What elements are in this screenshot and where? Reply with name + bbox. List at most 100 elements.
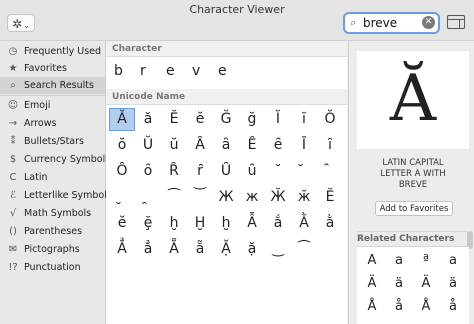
character-cell[interactable]: ẵ [187, 238, 213, 261]
character-cell[interactable]: ĕ [187, 108, 213, 131]
related-character-cell[interactable]: a [388, 251, 410, 271]
character-cell[interactable]: ȃ [213, 134, 239, 157]
clock-icon: ◷ [8, 46, 18, 57]
sidebar-item-label: Currency Symbols [24, 154, 111, 165]
character-cell[interactable]: Ằ [291, 212, 317, 235]
matched-character[interactable]: e [218, 63, 244, 79]
character-cell[interactable]: ̆ [291, 160, 317, 183]
character-cell[interactable]: ặ [239, 238, 265, 261]
search-input[interactable]: breve [363, 16, 397, 30]
character-cell[interactable]: Ḫ [187, 212, 213, 235]
related-character-cell[interactable]: ä [442, 274, 464, 294]
character-cell[interactable]: ⁀ [291, 238, 317, 261]
character-cell[interactable]: ӂ [291, 186, 317, 209]
sidebar-toggle-icon[interactable] [447, 15, 465, 29]
related-character-cell[interactable]: å [442, 297, 464, 317]
character-cell[interactable]: Ŭ [135, 134, 161, 157]
character-cell[interactable]: ͝ [187, 186, 213, 209]
character-cell[interactable]: ŭ [161, 134, 187, 157]
character-cell[interactable]: Ĕ [161, 108, 187, 131]
sidebar-item-punctuation[interactable]: !? Punctuation [0, 259, 105, 276]
sidebar-item-latin[interactable]: C Latin [0, 169, 105, 186]
character-cell[interactable]: ̯ [135, 186, 161, 209]
character-cell[interactable]: ӗ [109, 212, 135, 235]
character-cell[interactable]: Ж [213, 186, 239, 209]
clear-icon[interactable]: ✕ [422, 16, 435, 29]
related-character-cell[interactable]: å [388, 297, 410, 317]
character-cell[interactable]: Ğ [213, 108, 239, 131]
matched-character[interactable]: e [166, 63, 192, 79]
matched-character[interactable]: b [114, 63, 140, 79]
character-cell[interactable]: Ẵ [161, 238, 187, 261]
character-cell[interactable]: ȓ [187, 160, 213, 183]
character-cell[interactable]: Ȋ [291, 134, 317, 157]
character-cell[interactable]: ̮ [109, 186, 135, 209]
character-cell[interactable]: Ȇ [239, 134, 265, 157]
character-inspector: Ă LATIN CAPITAL LETTER A WITH BREVE Add to… [348, 41, 474, 324]
character-cell[interactable]: ắ [265, 212, 291, 235]
character-cell[interactable]: Ȗ [213, 160, 239, 183]
character-cell[interactable]: ŏ [109, 134, 135, 157]
character-cell[interactable]: Ȏ [109, 160, 135, 183]
pictographs-icon: ✉ [8, 244, 18, 255]
character-cell[interactable]: Ĭ [265, 108, 291, 131]
character-cell[interactable]: ḝ [135, 212, 161, 235]
character-cell[interactable]: ă [135, 108, 161, 131]
character-cell[interactable]: ⁀ [161, 186, 187, 209]
related-character-cell[interactable]: a [442, 251, 464, 271]
related-character-cell[interactable]: Å [415, 297, 437, 317]
sidebar-item-arrows[interactable]: → Arrows [0, 115, 105, 132]
character-cell[interactable]: ȋ [317, 134, 343, 157]
sidebar-item-label: Pictographs [24, 244, 80, 255]
related-character-cell[interactable]: Ä [361, 274, 383, 294]
character-cell[interactable]: ằ [317, 212, 343, 235]
sidebar-item-frequently-used[interactable]: ◷ Frequently Used [0, 43, 105, 60]
character-cell[interactable]: ğ [239, 108, 265, 131]
sidebar-item-math-symbols[interactable]: √ Math Symbols [0, 205, 105, 222]
search-field[interactable]: ⌕ breve ✕ [343, 12, 440, 34]
character-cell[interactable]: Ŏ [317, 108, 343, 131]
character-cell[interactable]: Ȃ [187, 134, 213, 157]
related-character-cell[interactable]: A [361, 251, 383, 271]
sidebar-item-favorites[interactable]: ★ Favorites [0, 60, 105, 77]
character-cell[interactable]: ȏ [135, 160, 161, 183]
parentheses-icon: () [9, 226, 17, 237]
character-cell[interactable]: Ă [109, 108, 135, 131]
character-cell[interactable]: Ӗ [317, 186, 343, 209]
matched-character[interactable]: r [140, 63, 166, 79]
sidebar-item-emoji[interactable]: ☺ Emoji [0, 97, 105, 114]
sidebar-item-letterlike-symbols[interactable]: ℰ Letterlike Symbols [0, 187, 112, 204]
sidebar-item-pictographs[interactable]: ✉ Pictographs [0, 241, 105, 258]
character-cell[interactable]: ḫ [213, 212, 239, 235]
character-cell[interactable]: ḫ [161, 212, 187, 235]
character-cell[interactable]: Ӂ [265, 186, 291, 209]
sidebar-item-currency-symbols[interactable]: $ Currency Symbols [0, 151, 110, 168]
sidebar-item-bullets-stars[interactable]: ⁑ Bullets/Stars [0, 133, 105, 150]
character-cell[interactable]: Ȓ [161, 160, 187, 183]
character-cell[interactable]: ‿ [265, 238, 291, 261]
sidebar-item-parentheses[interactable]: () Parentheses [0, 223, 105, 240]
character-cell[interactable]: ȇ [265, 134, 291, 157]
related-character-cell[interactable]: Ä [415, 274, 437, 294]
character-cell[interactable]: Ẫ [239, 212, 265, 235]
action-menu-button[interactable]: ✲⌄ [7, 14, 35, 32]
add-to-favorites-button[interactable]: Add to Favorites [375, 201, 453, 216]
related-character-cell[interactable]: ä [388, 274, 410, 294]
latin-icon: C [9, 172, 17, 183]
character-cell[interactable]: ȗ [239, 160, 265, 183]
character-cell[interactable]: ˘ [265, 160, 291, 183]
related-character-cell[interactable]: Å [361, 297, 383, 317]
sidebar-item-search-results[interactable]: ⌕ Search Results [0, 77, 105, 94]
character-cell[interactable]: Ẳ [109, 238, 135, 261]
character-cell[interactable]: ̑ [317, 160, 343, 183]
matched-character[interactable]: v [192, 63, 218, 79]
character-cell[interactable]: ж [239, 186, 265, 209]
sidebar-item-label: Latin [24, 172, 48, 183]
sidebar-item-label: Punctuation [24, 262, 81, 273]
related-characters-grid: AaªaÄäÄäÅåÅå [357, 247, 469, 324]
search-icon: ⌕ [350, 16, 357, 29]
character-cell[interactable]: Ặ [213, 238, 239, 261]
character-cell[interactable]: ẳ [135, 238, 161, 261]
character-cell[interactable]: ĭ [291, 108, 317, 131]
related-character-cell[interactable]: ª [415, 251, 437, 271]
